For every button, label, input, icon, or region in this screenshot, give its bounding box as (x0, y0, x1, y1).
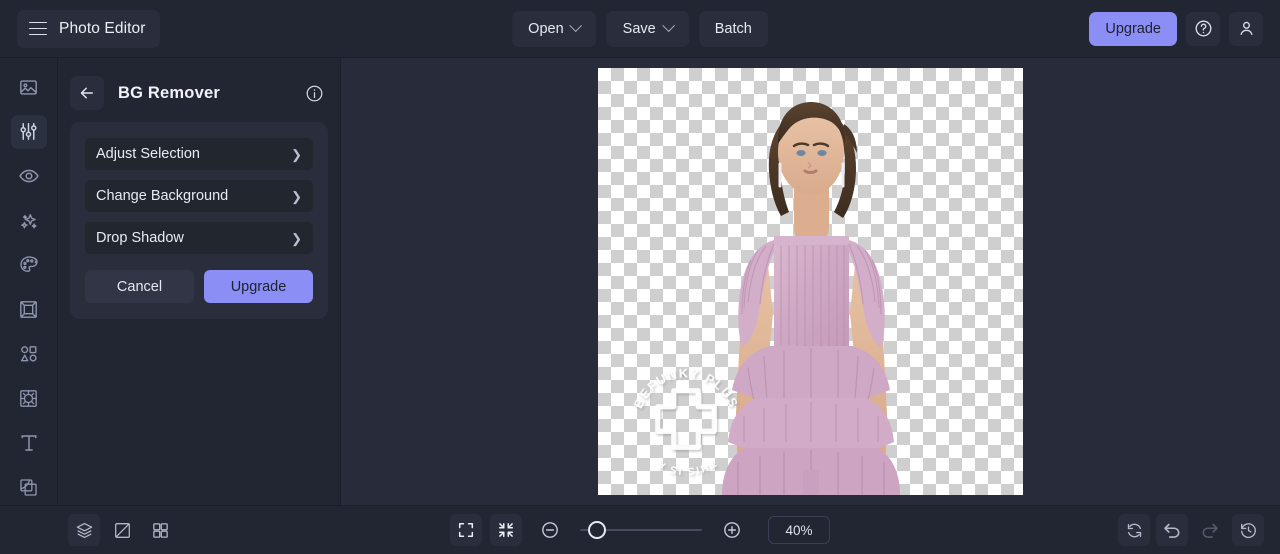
frame-icon (20, 301, 37, 319)
option-label: Adjust Selection (96, 146, 200, 162)
history-controls (1118, 514, 1264, 546)
minus-circle-icon (542, 522, 558, 538)
photo-editor-app: Photo Editor Open Save Batch Upgrade BG … (0, 0, 1280, 554)
panel-upgrade-button[interactable]: Upgrade (204, 270, 313, 303)
option-drop-shadow[interactable]: Drop Shadow ❯ (85, 222, 313, 254)
sidebar-item-image[interactable] (11, 70, 47, 105)
shapes-icon (20, 346, 37, 362)
chevron-right-icon: ❯ (291, 188, 302, 204)
option-label: Change Background (96, 188, 229, 204)
bottom-left-tools (68, 514, 176, 546)
card-actions: Cancel Upgrade (85, 270, 313, 303)
grid-view-button[interactable] (144, 514, 176, 546)
sidebar-item-textures[interactable] (11, 382, 47, 417)
top-bar: Photo Editor Open Save Batch Upgrade (0, 0, 1280, 58)
hamburger-icon (29, 21, 47, 36)
chevron-down-icon (569, 19, 583, 33)
option-change-background[interactable]: Change Background ❯ (85, 180, 313, 212)
actual-size-button[interactable] (490, 514, 522, 546)
workspace: BG Remover Adjust Selection ❯ Change Bac… (0, 58, 1280, 505)
open-button[interactable]: Open (512, 10, 597, 47)
sidebar-item-frames[interactable] (11, 293, 47, 328)
tool-rail (0, 58, 58, 505)
save-button-label: Save (622, 20, 656, 37)
sidebar-item-artsy[interactable] (11, 248, 47, 283)
help-button[interactable] (1186, 11, 1220, 46)
zoom-slider[interactable] (580, 520, 702, 540)
reset-rotate-icon (1127, 523, 1141, 537)
zoom-out-button[interactable] (536, 516, 564, 544)
text-icon (20, 435, 37, 451)
chevron-right-icon: ❯ (291, 230, 302, 246)
bg-remover-card: Adjust Selection ❯ Change Background ❯ D… (70, 122, 328, 319)
sidebar-item-effects[interactable] (11, 204, 47, 239)
sparkles-icon (20, 213, 37, 229)
back-button[interactable] (70, 76, 104, 110)
history-button[interactable] (1232, 514, 1264, 546)
artboard[interactable]: BEFUNKY PLUS THIS IS A (598, 68, 1023, 495)
chevron-right-icon: ❯ (291, 146, 302, 162)
compare-button[interactable] (106, 514, 138, 546)
top-bar-right-actions: Upgrade (1089, 11, 1263, 46)
option-label: Drop Shadow (96, 230, 184, 246)
palette-icon (19, 256, 38, 273)
image-icon (20, 80, 37, 95)
arrow-left-icon (80, 87, 93, 99)
layers-icon (76, 522, 92, 538)
layers-stack-icon (20, 479, 37, 496)
upgrade-button[interactable]: Upgrade (1089, 11, 1177, 46)
compare-split-icon (114, 522, 130, 538)
tool-panel: BG Remover Adjust Selection ❯ Change Bac… (58, 58, 341, 505)
cancel-button[interactable]: Cancel (85, 270, 194, 303)
sliders-icon (20, 123, 37, 141)
sidebar-item-touch-up[interactable] (11, 159, 47, 194)
plus-circle-icon (724, 522, 740, 538)
zoom-in-button[interactable] (718, 516, 746, 544)
account-button[interactable] (1229, 11, 1263, 46)
canvas-area[interactable]: BEFUNKY PLUS THIS IS A (341, 58, 1280, 505)
app-menu-button[interactable]: Photo Editor (17, 9, 160, 48)
info-button[interactable] (301, 80, 328, 107)
redo-button[interactable] (1194, 514, 1226, 546)
subject-image (722, 102, 900, 495)
texture-icon (20, 390, 37, 408)
chevron-down-icon (661, 19, 675, 33)
eye-icon (18, 169, 39, 183)
option-adjust-selection[interactable]: Adjust Selection ❯ (85, 138, 313, 170)
batch-button[interactable]: Batch (698, 10, 768, 47)
zoom-slider-handle[interactable] (587, 521, 606, 539)
app-title: Photo Editor (59, 19, 146, 37)
sidebar-item-text[interactable] (11, 426, 47, 461)
top-bar-center-actions: Open Save Batch (512, 10, 768, 47)
sidebar-item-edit[interactable] (10, 114, 47, 149)
sidebar-item-layers[interactable] (11, 471, 47, 506)
zoom-controls: 40% (450, 514, 830, 546)
open-button-label: Open (528, 20, 564, 37)
sidebar-item-graphics[interactable] (11, 337, 47, 372)
grid-four-icon (152, 522, 168, 538)
collapse-corners-icon (498, 522, 514, 538)
save-button[interactable]: Save (606, 10, 689, 47)
panel-header: BG Remover (70, 72, 328, 114)
zoom-level-value[interactable]: 40% (768, 516, 830, 544)
expand-corners-icon (458, 522, 474, 538)
info-circle-icon (306, 85, 323, 101)
fit-to-screen-button[interactable] (450, 514, 482, 546)
user-icon (1239, 21, 1253, 35)
batch-button-label: Batch (714, 20, 752, 37)
reset-button[interactable] (1118, 514, 1150, 546)
clock-history-icon (1240, 522, 1256, 538)
redo-arrow-icon (1202, 523, 1218, 538)
bottom-bar: 40% (0, 505, 1280, 554)
undo-button[interactable] (1156, 514, 1188, 546)
page-title: BG Remover (118, 83, 220, 102)
layers-panel-button[interactable] (68, 514, 100, 546)
undo-arrow-icon (1164, 523, 1180, 538)
help-circle-icon (1195, 20, 1211, 37)
